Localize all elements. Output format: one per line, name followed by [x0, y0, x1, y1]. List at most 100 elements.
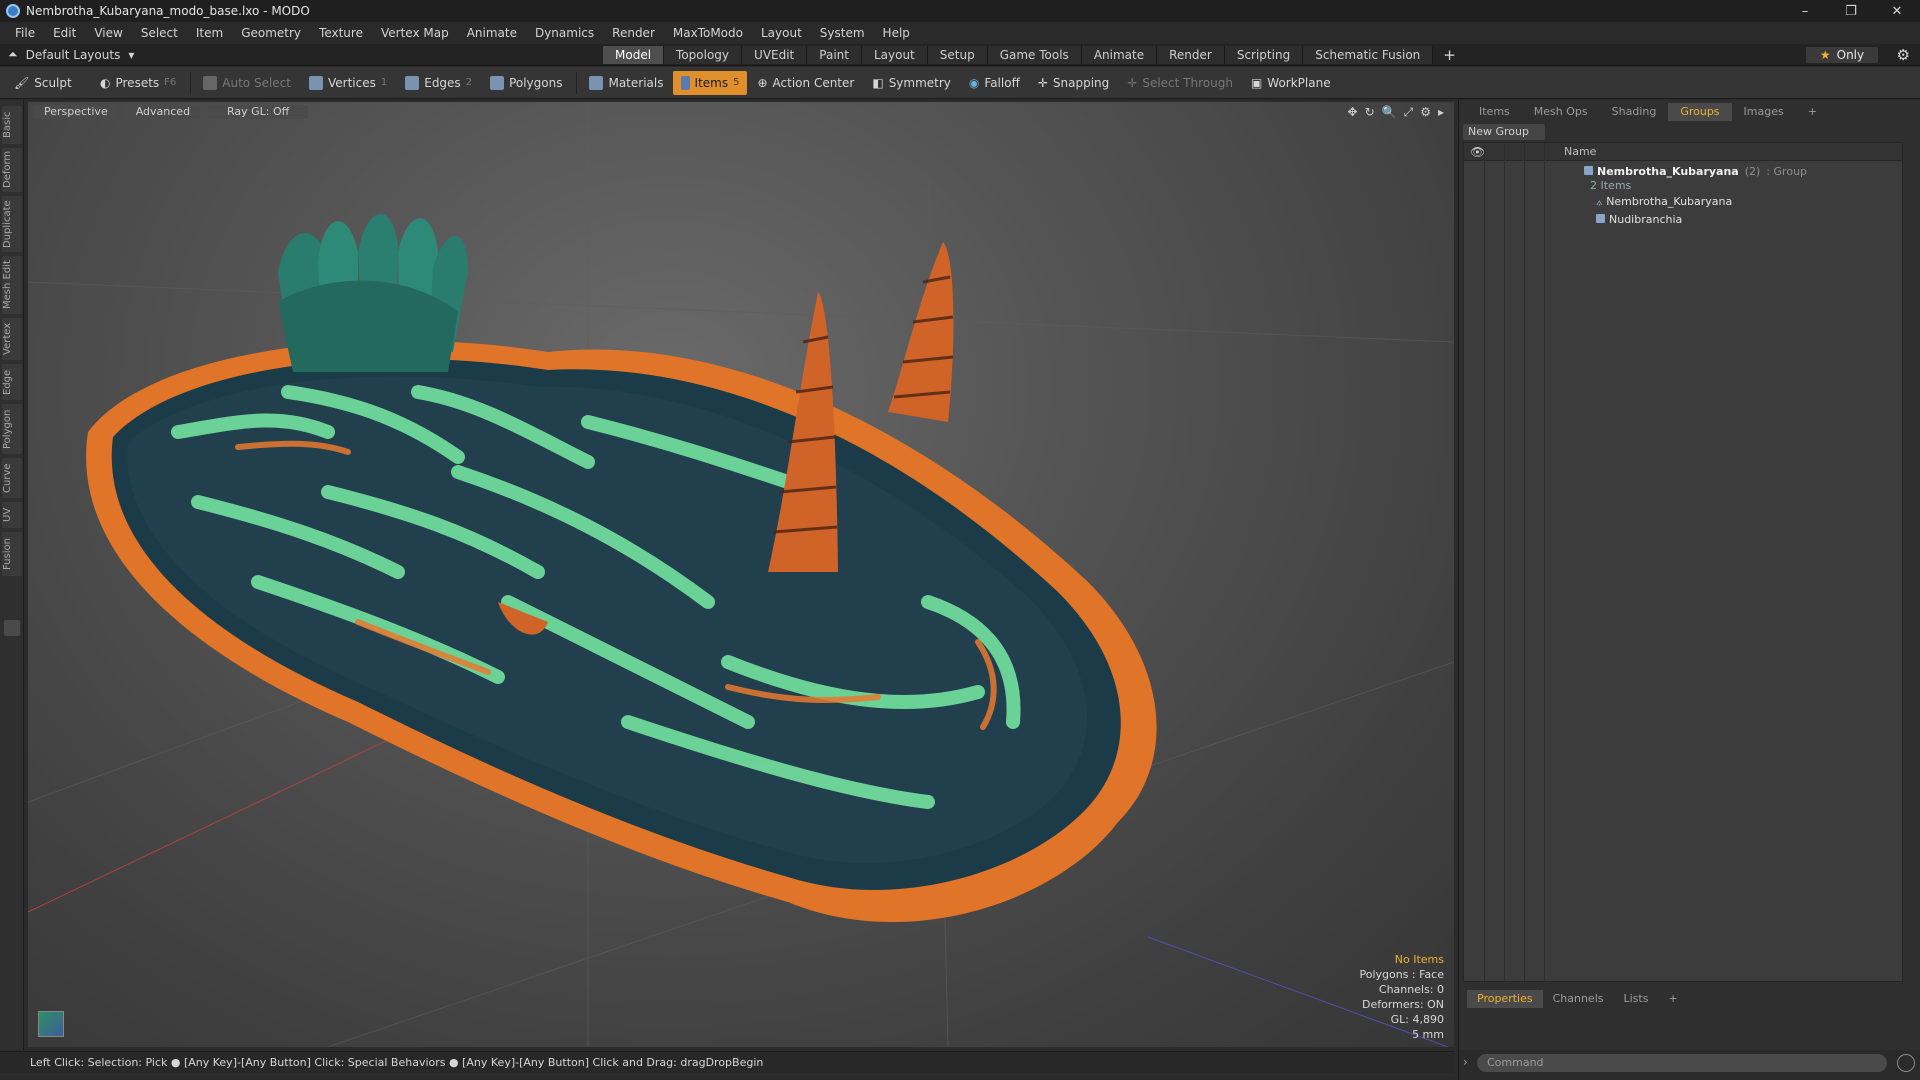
gill-plume [278, 213, 468, 372]
modo-logo-icon [6, 4, 20, 18]
menu-layout[interactable]: Layout [752, 26, 811, 40]
menu-texture[interactable]: Texture [310, 26, 372, 40]
stat-channels: Channels: 0 [1378, 983, 1444, 996]
group-row[interactable]: Nembrotha_Kubaryana (2): Group 2 Items [1464, 165, 1904, 195]
add-panel-tab-icon[interactable]: + [1796, 103, 1829, 121]
edges-label: Edges [424, 75, 461, 90]
vtab-basic[interactable]: Basic [2, 106, 22, 144]
tab-setup[interactable]: Setup [927, 46, 988, 64]
fit-icon[interactable]: ⤢ [1404, 105, 1414, 120]
strip-toggle-button[interactable] [4, 620, 20, 636]
items-button[interactable]: Items 5 [673, 70, 748, 95]
tab-game-tools[interactable]: Game Tools [987, 46, 1082, 64]
tab-properties[interactable]: Properties [1467, 990, 1543, 1008]
stat-unit: 5 mm [1412, 1028, 1444, 1041]
list-item[interactable]: Nudibranchia [1464, 213, 1904, 229]
view-mode-button[interactable]: Perspective [34, 105, 118, 119]
tab-images[interactable]: Images [1732, 103, 1796, 121]
auto-select-button[interactable]: Auto Select [195, 71, 299, 95]
menu-geometry[interactable]: Geometry [232, 26, 310, 40]
restore-button[interactable]: ❐ [1828, 0, 1874, 22]
vtab-uv[interactable]: UV [2, 502, 22, 528]
menu-animate[interactable]: Animate [458, 26, 526, 40]
raygl-toggle[interactable]: Ray GL: Off [208, 105, 309, 119]
vtab-fusion[interactable]: Fusion [2, 532, 22, 576]
menu-vertex-map[interactable]: Vertex Map [372, 26, 458, 40]
select-through-label: Select Through [1142, 75, 1233, 90]
zoom-icon[interactable]: 🔍 [1382, 105, 1397, 120]
3d-viewport[interactable]: Perspective Advanced Ray GL: Off ✥ ↻ 🔍 ⤢… [28, 102, 1454, 1047]
command-input[interactable]: Command [1477, 1054, 1887, 1072]
sculpt-button[interactable]: 🖌 Sculpt [6, 71, 90, 95]
menu-view[interactable]: View [85, 26, 131, 40]
edges-button[interactable]: Edges 2 [397, 71, 480, 95]
vertices-button[interactable]: Vertices 1 [301, 71, 395, 95]
new-group-button[interactable]: New Group [1463, 124, 1545, 140]
materials-label: Materials [608, 75, 664, 90]
menu-file[interactable]: File [6, 26, 44, 40]
command-history-button[interactable] [1897, 1054, 1915, 1072]
tab-channels[interactable]: Channels [1543, 990, 1614, 1008]
vtab-deform[interactable]: Deform [2, 148, 22, 192]
vtab-polygon[interactable]: Polygon [2, 404, 22, 454]
only-toggle[interactable]: ★ Only [1806, 47, 1878, 63]
menu-maxtomodo[interactable]: MaxToModo [664, 26, 752, 40]
toolbar-divider [576, 71, 578, 94]
tab-lists[interactable]: Lists [1614, 990, 1659, 1008]
pan-icon[interactable]: ✥ [1348, 105, 1358, 120]
menu-system[interactable]: System [811, 26, 874, 40]
tab-model[interactable]: Model [603, 46, 665, 64]
add-tab-icon[interactable]: + [1433, 46, 1466, 64]
items-label: Items [694, 75, 729, 90]
tab-groups[interactable]: Groups [1668, 103, 1732, 121]
close-button[interactable]: ✕ [1874, 0, 1920, 22]
tab-shading[interactable]: Shading [1600, 103, 1669, 121]
gear-icon[interactable]: ⚙ [1897, 46, 1910, 64]
tab-uvedit[interactable]: UVEdit [742, 46, 808, 64]
menu-render[interactable]: Render [603, 26, 664, 40]
menu-dynamics[interactable]: Dynamics [526, 26, 603, 40]
polygons-button[interactable]: Polygons [482, 71, 570, 95]
nudibranch-model[interactable] [86, 213, 1157, 923]
menu-help[interactable]: Help [874, 26, 919, 40]
shading-mode-button[interactable]: Advanced [125, 105, 201, 119]
workplane-button[interactable]: ▣ WorkPlane [1243, 71, 1339, 95]
vtab-duplicate[interactable]: Duplicate [2, 196, 22, 252]
minimize-button[interactable]: – [1782, 0, 1828, 22]
menu-select[interactable]: Select [132, 26, 187, 40]
rotate-icon[interactable]: ↻ [1365, 105, 1375, 120]
expand-arrow-icon[interactable]: ▸ [1438, 105, 1444, 120]
vtab-mesh-edit[interactable]: Mesh Edit [2, 256, 22, 314]
tab-render[interactable]: Render [1157, 46, 1225, 64]
tab-animate[interactable]: Animate [1081, 46, 1158, 64]
action-center-button[interactable]: ⊕ Action Center [749, 71, 862, 95]
tab-scripting[interactable]: Scripting [1224, 46, 1304, 64]
vtab-curve[interactable]: Curve [2, 458, 22, 498]
tab-topology[interactable]: Topology [664, 46, 743, 64]
vtab-vertex[interactable]: Vertex [2, 318, 22, 360]
presets-button[interactable]: ◐ Presets F6 [92, 71, 184, 95]
add-properties-tab-icon[interactable]: + [1658, 990, 1687, 1008]
list-item[interactable]: ⟑ Nembrotha_Kubaryana [1464, 195, 1904, 211]
snapping-button[interactable]: ✛ Snapping [1030, 71, 1117, 95]
tab-items[interactable]: Items [1467, 103, 1522, 121]
viewport-gear-icon[interactable]: ⚙ [1420, 105, 1431, 120]
menu-edit[interactable]: Edit [44, 26, 85, 40]
symmetry-icon: ◧ [872, 75, 884, 90]
tab-schematic-fusion[interactable]: Schematic Fusion [1303, 46, 1434, 64]
tab-paint[interactable]: Paint [807, 46, 862, 64]
auto-select-icon [203, 75, 218, 90]
select-through-button[interactable]: ✛ Select Through [1119, 71, 1241, 95]
vtab-edge[interactable]: Edge [2, 364, 22, 400]
only-label: Only [1836, 48, 1865, 62]
layout-preset-dropdown[interactable]: ⏶ Default Layouts ▾ [8, 47, 134, 62]
crosshair-icon: ⊕ [757, 75, 768, 90]
tab-mesh-ops[interactable]: Mesh Ops [1522, 103, 1600, 121]
eye-icon: 👁 [1470, 145, 1486, 159]
symmetry-button[interactable]: ◧ Symmetry [864, 71, 959, 95]
scene-render [28, 102, 1454, 1047]
menu-item[interactable]: Item [187, 26, 232, 40]
materials-button[interactable]: Materials [581, 71, 671, 95]
falloff-button[interactable]: ◉ Falloff [961, 71, 1028, 95]
tab-layout[interactable]: Layout [861, 46, 928, 64]
